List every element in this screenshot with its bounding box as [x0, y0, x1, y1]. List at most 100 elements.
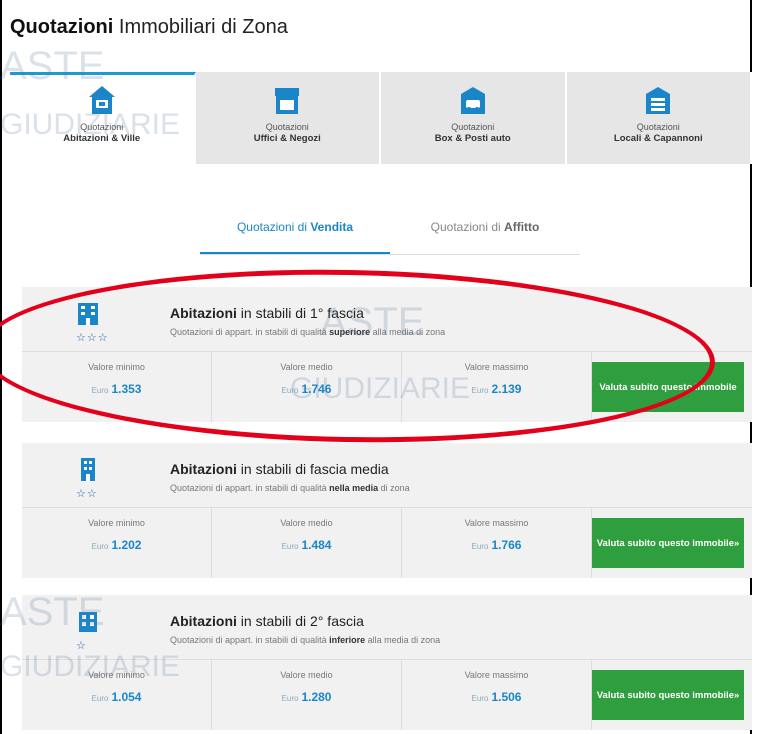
tab-affitto-pre: Quotazioni di — [430, 220, 505, 234]
min-number: 1.353 — [111, 382, 142, 396]
min-value: Valore minimo Euro 1.054 — [22, 660, 212, 730]
card-title-rest: in stabili di fascia media — [236, 461, 389, 477]
card-title: Abitazioni in stabili di 2° fascia — [170, 613, 364, 629]
tower-icon — [81, 458, 95, 481]
card-subtitle: Quotazioni di appart. in stabili di qual… — [170, 327, 445, 337]
values-row: Valore minimo Euro 1.353 Valore medio Eur… — [22, 351, 752, 422]
max-amount: Euro 1.766 — [402, 538, 591, 552]
card-title-rest: in stabili di 1° fascia — [236, 305, 364, 321]
max-amount: Euro 1.506 — [402, 690, 591, 704]
mid-value: Valore medio Euro 1.280 — [212, 660, 402, 730]
category-tabs: Quotazioni Abitazioni & Ville Quotazioni… — [10, 72, 752, 164]
quality-stars: ☆☆ — [76, 488, 98, 500]
card-header: ☆☆☆ Abitazioni in stabili di 1° fascia Q… — [22, 287, 752, 351]
currency: Euro — [471, 542, 489, 551]
valuta-button[interactable]: Valuta subito questo immobile» — [592, 670, 744, 720]
card-subtitle-post: alla media di zona — [370, 327, 446, 337]
currency: Euro — [91, 386, 109, 395]
card-subtitle-pre: Quotazioni di appart. in stabili di qual… — [170, 327, 330, 337]
tab-label: Box & Posti auto — [434, 133, 511, 144]
price-card-fascia-2: ☆ Abitazioni in stabili di 2° fascia Quo… — [22, 595, 752, 730]
max-number: 1.506 — [491, 690, 522, 704]
mid-value: Valore medio Euro 1.484 — [212, 508, 402, 578]
valuta-button[interactable]: Valuta subito questo immobile — [592, 362, 744, 412]
tab-label: Abitazioni & Ville — [63, 133, 141, 144]
quality-stars: ☆☆☆ — [76, 332, 109, 344]
tab-locali[interactable]: Quotazioni Locali & Capannoni — [566, 72, 752, 164]
min-label: Valore minimo — [88, 362, 145, 372]
values-row: Valore minimo Euro 1.054 Valore medio Eur… — [22, 659, 752, 730]
min-number: 1.054 — [111, 690, 142, 704]
mid-value: Valore medio Euro 1.746 — [212, 352, 402, 422]
card-subtitle: Quotazioni di appart. in stabili di qual… — [170, 635, 440, 645]
max-value: Valore massimo Euro 1.506 — [402, 660, 592, 730]
currency: Euro — [91, 542, 109, 551]
min-label: Valore minimo — [88, 670, 145, 680]
shop-icon — [275, 88, 300, 114]
tab-uffici[interactable]: Quotazioni Uffici & Negozi — [195, 72, 381, 164]
card-title-rest: in stabili di 2° fascia — [236, 613, 364, 629]
min-value: Valore minimo Euro 1.353 — [22, 352, 212, 422]
tab-label-small: Quotazioni — [451, 122, 495, 132]
card-title-bold: Abitazioni — [170, 613, 237, 629]
tab-label: Uffici & Negozi — [253, 133, 321, 144]
page-title-rest: Immobiliari di Zona — [113, 16, 288, 38]
mid-label: Valore medio — [280, 518, 333, 528]
mid-label: Valore medio — [280, 362, 333, 372]
house-icon — [88, 86, 115, 114]
tab-label-small: Quotazioni — [80, 122, 124, 132]
card-subtitle-pre: Quotazioni di appart. in stabili di qual… — [170, 483, 330, 493]
min-amount: Euro 1.353 — [22, 382, 211, 396]
currency: Euro — [471, 694, 489, 703]
currency: Euro — [281, 694, 299, 703]
mid-label: Valore medio — [280, 670, 333, 680]
tab-affitto-bold: Affitto — [504, 220, 540, 234]
building-icon — [78, 303, 98, 325]
card-subtitle-post: di zona — [378, 483, 410, 493]
values-row: Valore minimo Euro 1.202 Valore medio Eur… — [22, 507, 752, 578]
max-number: 1.766 — [491, 538, 522, 552]
warehouse-icon — [646, 87, 671, 114]
mid-amount: Euro 1.746 — [212, 382, 401, 396]
tab-box[interactable]: Quotazioni Box & Posti auto — [381, 72, 567, 164]
mid-amount: Euro 1.484 — [212, 538, 401, 552]
card-subtitle-post: alla media di zona — [365, 635, 441, 645]
page-title: Quotazioni Immobiliari di Zona — [10, 16, 288, 39]
sale-rent-tabs: Quotazioni di Vendita Quotazioni di Affi… — [200, 210, 580, 255]
min-number: 1.202 — [111, 538, 142, 552]
max-value: Valore massimo Euro 2.139 — [402, 352, 592, 422]
tab-vendita[interactable]: Quotazioni di Vendita — [200, 210, 390, 254]
quality-stars: ☆ — [76, 640, 87, 652]
min-amount: Euro 1.202 — [22, 538, 211, 552]
valuta-button[interactable]: Valuta subito questo immobile» — [592, 518, 744, 568]
card-subtitle-pre: Quotazioni di appart. in stabili di qual… — [170, 635, 330, 645]
currency: Euro — [281, 542, 299, 551]
card-header: ☆☆ Abitazioni in stabili di fascia media… — [22, 443, 752, 507]
tab-vendita-pre: Quotazioni di — [236, 220, 311, 234]
mid-amount: Euro 1.280 — [212, 690, 401, 704]
max-amount: Euro 2.139 — [402, 382, 591, 396]
card-title: Abitazioni in stabili di fascia media — [170, 461, 389, 477]
card-title-bold: Abitazioni — [170, 305, 237, 321]
mid-number: 1.746 — [301, 382, 332, 396]
min-label: Valore minimo — [88, 518, 145, 528]
tab-label: Locali & Capannoni — [613, 133, 703, 144]
card-title-bold: Abitazioni — [170, 461, 237, 477]
min-value: Valore minimo Euro 1.202 — [22, 508, 212, 578]
max-number: 2.139 — [491, 382, 522, 396]
price-card-fascia-media: ☆☆ Abitazioni in stabili di fascia media… — [22, 443, 752, 578]
page-title-bold: Quotazioni — [10, 16, 114, 38]
car-icon — [460, 87, 485, 114]
max-label: Valore massimo — [464, 362, 529, 372]
tab-label-small: Quotazioni — [265, 122, 309, 132]
tab-vendita-bold: Vendita — [310, 220, 354, 234]
card-header: ☆ Abitazioni in stabili di 2° fascia Quo… — [22, 595, 752, 659]
currency: Euro — [471, 386, 489, 395]
min-amount: Euro 1.054 — [22, 690, 211, 704]
tab-abitazioni[interactable]: Quotazioni Abitazioni & Ville — [10, 72, 196, 164]
apartment-icon — [79, 612, 97, 632]
card-subtitle-bold: inferiore — [329, 635, 366, 645]
tab-label-small: Quotazioni — [636, 122, 680, 132]
card-subtitle-bold: nella media — [329, 483, 379, 493]
tab-affitto[interactable]: Quotazioni di Affitto — [390, 210, 580, 254]
